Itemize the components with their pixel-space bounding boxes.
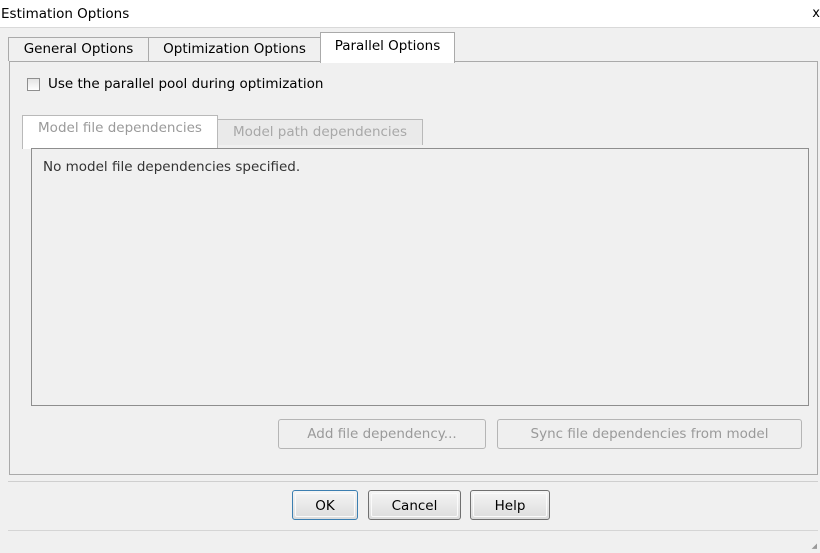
title-bar: Estimation Options x xyxy=(0,0,820,28)
ok-button-label: OK xyxy=(295,493,355,517)
tab-parallel-options[interactable]: Parallel Options xyxy=(320,32,455,63)
parallel-pool-checkbox[interactable] xyxy=(27,78,40,91)
window-title: Estimation Options xyxy=(1,6,130,22)
add-file-dependency-button[interactable]: Add file dependency... xyxy=(278,419,486,449)
empty-dependencies-message: No model file dependencies specified. xyxy=(43,159,301,175)
status-divider xyxy=(8,530,818,531)
ok-button[interactable]: OK xyxy=(292,490,358,520)
close-icon[interactable]: x xyxy=(812,6,820,21)
cancel-button-label: Cancel xyxy=(371,493,458,517)
sync-file-dependencies-button[interactable]: Sync file dependencies from model xyxy=(497,419,802,449)
separator xyxy=(8,481,818,482)
parallel-pool-checkbox-label[interactable]: Use the parallel pool during optimizatio… xyxy=(48,76,323,92)
cancel-button[interactable]: Cancel xyxy=(368,490,461,520)
tab-general-options[interactable]: General Options xyxy=(8,37,149,61)
subtab-model-file-dependencies[interactable]: Model file dependencies xyxy=(22,115,218,149)
help-button[interactable]: Help xyxy=(470,490,550,520)
tab-optimization-options[interactable]: Optimization Options xyxy=(148,37,321,61)
parallel-options-panel: Use the parallel pool during optimizatio… xyxy=(9,61,818,475)
file-dependencies-list: No model file dependencies specified. xyxy=(31,148,809,406)
subtab-model-path-dependencies[interactable]: Model path dependencies xyxy=(217,119,423,145)
help-button-label: Help xyxy=(473,493,547,517)
resize-grip-icon[interactable]: ◢ xyxy=(812,542,817,550)
